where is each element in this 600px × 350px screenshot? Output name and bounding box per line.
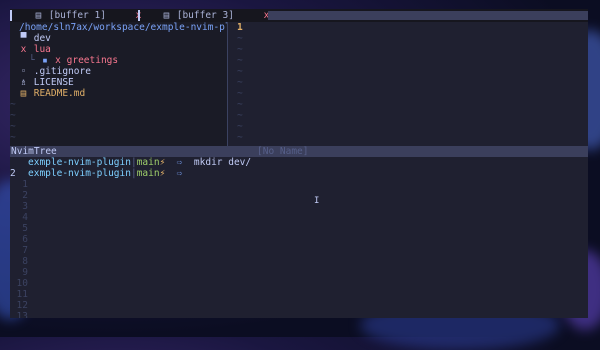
statusline: NvimTree [No Name]: [10, 146, 588, 157]
command-text: mkdir dev/: [193, 157, 252, 168]
tree-branch-icon: └: [29, 55, 41, 66]
tree-root-path[interactable]: /home/sln7ax/workspace/exmple-nvim-plu: [19, 22, 236, 33]
gutter-line-number: 11: [16, 289, 28, 300]
empty-line-marker: ~: [237, 66, 243, 77]
tabline-fill: [268, 11, 588, 20]
tree-item-label: greetings: [60, 55, 119, 66]
statusline-left: NvimTree: [11, 146, 57, 157]
empty-line-marker: ~: [237, 77, 243, 88]
license-icon: ♗: [20, 77, 27, 88]
line-number: 2: [10, 168, 16, 179]
gutter-line-number: 12: [16, 300, 28, 311]
gutter-line-number: 9: [22, 267, 28, 278]
gutter-line-number: 5: [22, 223, 28, 234]
tree-item[interactable]: ♗ LICENSE: [19, 77, 74, 88]
nvimtree-panel: /home/sln7ax/workspace/exmple-nvim-plu ▀…: [10, 22, 236, 146]
terminal-line: exmple-nvim-plugin|main⚡ ⇨ mkdir dev/: [10, 157, 251, 168]
gutter-line-number: 7: [22, 245, 28, 256]
prompt-dir: exmple-nvim-plugin: [28, 168, 131, 179]
gutter-line-number: 2: [22, 190, 28, 201]
gutter-line-number: 1: [22, 179, 28, 190]
editor-pane[interactable]: 1 ~ ~ ~ ~ ~ ~ ~ ~ ~ ~: [228, 22, 588, 146]
tree-item-label: README.md: [28, 88, 86, 99]
tree-item[interactable]: ◦ .gitignore: [19, 66, 91, 77]
arrow-icon: ⇨: [165, 168, 194, 179]
statusline-right: [No Name]: [257, 146, 309, 157]
file-icon: ▤: [35, 10, 42, 21]
lua-icon: x: [49, 55, 61, 66]
gutter-line-number: 6: [22, 234, 28, 245]
gutter-line-number: 4: [22, 212, 28, 223]
git-branch: main: [136, 168, 160, 179]
tree-item-label: dev: [28, 33, 51, 44]
gutter-line-number: 10: [16, 278, 28, 289]
tab-divider: [138, 10, 140, 21]
tree-item[interactable]: ▀ dev: [19, 33, 51, 44]
empty-line-marker: ~: [237, 99, 243, 110]
line-number: 1: [237, 22, 243, 33]
empty-line-marker: ~: [237, 33, 243, 44]
tree-item[interactable]: x lua: [19, 44, 51, 55]
terminal-window: ▤ [buffer 1] x ▤ [buffer 3] x /home/sln7…: [10, 9, 588, 318]
arrow-icon: ⇨: [165, 157, 194, 168]
tab-buffer-1[interactable]: ▤ [buffer 1] x: [34, 9, 142, 22]
tree-item[interactable]: ▤ README.md: [19, 88, 86, 99]
gear-icon: ◦: [20, 66, 27, 77]
tab-divider: [10, 10, 12, 21]
empty-line-marker: ~: [237, 121, 243, 132]
file-icon: ▤: [163, 10, 170, 21]
tabline: ▤ [buffer 1] x ▤ [buffer 3] x: [10, 9, 588, 22]
git-branch: main: [136, 157, 160, 168]
tree-item[interactable]: └ ▪ x greetings: [29, 55, 118, 66]
empty-line-marker: ~: [10, 132, 16, 143]
mouse-cursor-icon: I: [314, 196, 320, 206]
tab-label: [buffer 3]: [176, 10, 234, 21]
empty-line-marker: ~: [237, 88, 243, 99]
empty-line-marker: ~: [237, 44, 243, 55]
markdown-icon: ▤: [20, 88, 27, 99]
folder-icon: ▀: [20, 33, 27, 44]
tree-item-label: lua: [28, 44, 51, 55]
gutter-line-number: 8: [22, 256, 28, 267]
empty-line-marker: ~: [237, 55, 243, 66]
tab-buffer-3[interactable]: ▤ [buffer 3] x: [162, 9, 270, 22]
gutter-line-number: 3: [22, 201, 28, 212]
gutter-line-number: 13: [16, 311, 28, 318]
tab-label: [buffer 1]: [48, 10, 106, 21]
lua-icon: x: [20, 44, 27, 55]
empty-line-marker: ~: [237, 132, 243, 143]
tree-item-label: .gitignore: [28, 66, 91, 77]
terminal-line: 2 exmple-nvim-plugin|main⚡ ⇨: [10, 168, 194, 179]
empty-line-marker: ~: [10, 121, 16, 132]
prompt-dir: exmple-nvim-plugin: [28, 157, 131, 168]
tree-item-label: LICENSE: [28, 77, 74, 88]
empty-line-marker: ~: [10, 110, 16, 121]
empty-line-marker: ~: [237, 110, 243, 121]
terminal-pane[interactable]: exmple-nvim-plugin|main⚡ ⇨ mkdir dev/2 ex…: [10, 157, 588, 318]
empty-line-marker: ~: [10, 99, 16, 110]
